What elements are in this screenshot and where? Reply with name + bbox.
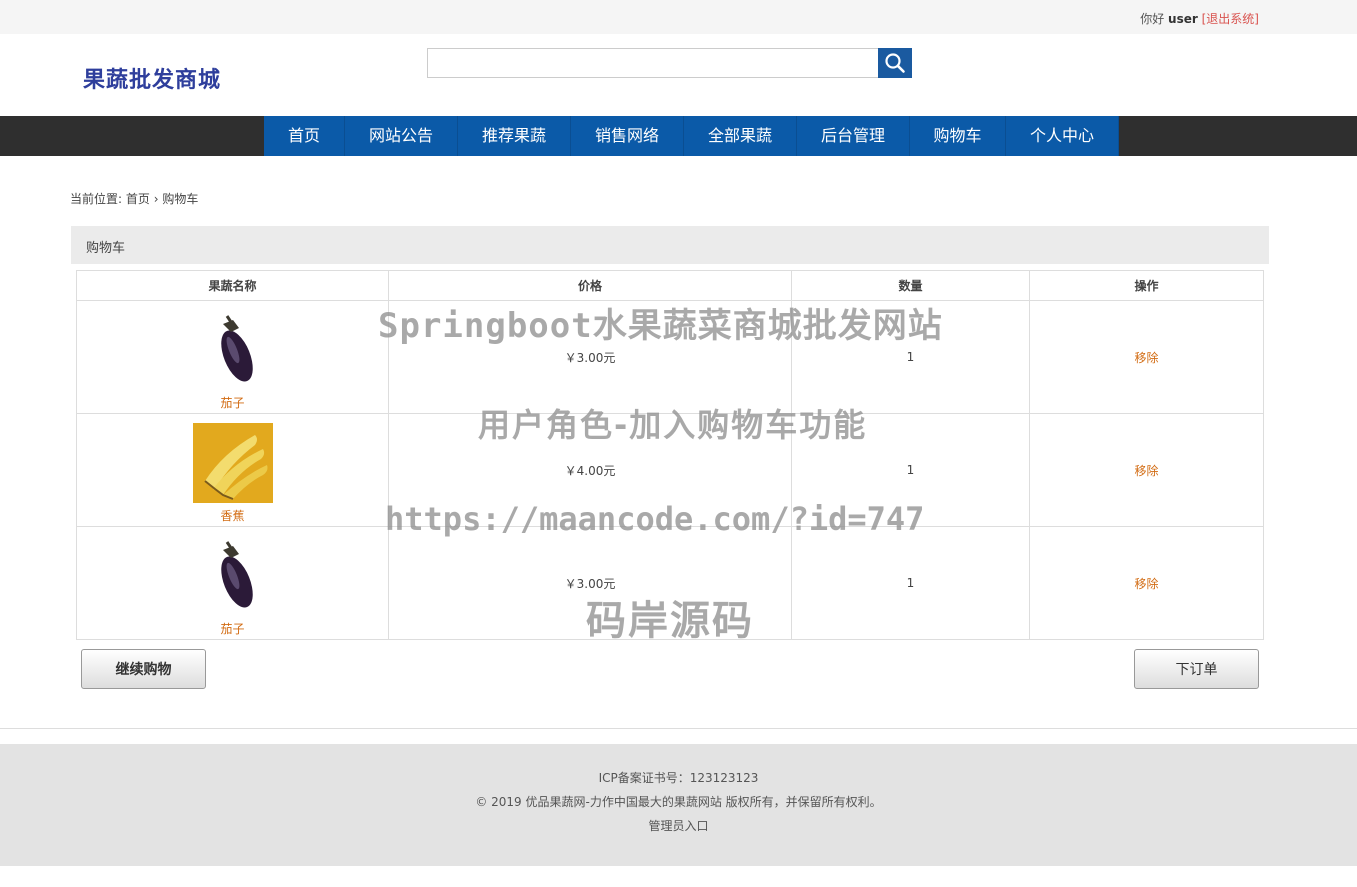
continue-shopping-button[interactable]: 继续购物 xyxy=(81,649,206,689)
qty-cell: 1 xyxy=(791,413,1030,527)
col-header-name: 果蔬名称 xyxy=(76,270,389,301)
section-header: 购物车 xyxy=(71,226,1269,264)
product-name[interactable]: 香蕉 xyxy=(77,507,388,524)
remove-link[interactable]: 移除 xyxy=(1134,351,1158,365)
breadcrumb-separator: › xyxy=(153,192,159,206)
site-logo[interactable]: 果蔬批发商城 xyxy=(83,62,221,94)
table-row: 香蕉 ￥4.00元 1 移除 xyxy=(76,413,1264,527)
col-header-price: 价格 xyxy=(388,270,792,301)
action-cell: 移除 xyxy=(1029,413,1264,527)
breadcrumb-current: 购物车 xyxy=(162,192,199,206)
username: user xyxy=(1168,12,1198,26)
breadcrumb: 当前位置: 首页 › 购物车 xyxy=(70,190,198,207)
price-cell: ￥4.00元 xyxy=(388,413,792,527)
user-greeting: 你好 user [退出系统] xyxy=(1140,10,1259,27)
product-name[interactable]: 茄子 xyxy=(77,394,388,411)
nav-item-home[interactable]: 首页 xyxy=(264,116,345,156)
product-cell: 茄子 xyxy=(76,526,389,640)
col-header-action: 操作 xyxy=(1029,270,1264,301)
action-cell: 移除 xyxy=(1029,526,1264,640)
place-order-button[interactable]: 下订单 xyxy=(1134,649,1259,689)
table-header-row: 果蔬名称 价格 数量 操作 xyxy=(76,270,1264,301)
top-bar: 你好 user [退出系统] xyxy=(0,0,1357,34)
col-header-qty: 数量 xyxy=(791,270,1030,301)
main-nav: 首页 网站公告 推荐果蔬 销售网络 全部果蔬 后台管理 购物车 个人中心 xyxy=(0,116,1357,156)
greeting-text: 你好 xyxy=(1140,12,1165,26)
product-cell: 香蕉 xyxy=(76,413,389,527)
table-row: 茄子 ￥3.00元 1 移除 xyxy=(76,300,1264,414)
eggplant-image[interactable] xyxy=(192,535,273,616)
qty-cell: 1 xyxy=(791,300,1030,414)
action-cell: 移除 xyxy=(1029,300,1264,414)
nav-item-profile[interactable]: 个人中心 xyxy=(1006,116,1119,156)
nav-item-admin[interactable]: 后台管理 xyxy=(797,116,910,156)
logout-link[interactable]: [退出系统] xyxy=(1202,12,1259,26)
header: 果蔬批发商城 xyxy=(0,34,1357,116)
search-input[interactable] xyxy=(427,48,880,78)
banana-image[interactable] xyxy=(192,422,273,503)
nav-item-cart[interactable]: 购物车 xyxy=(910,116,1006,156)
cart-table: 果蔬名称 价格 数量 操作 茄子 ￥3.00元 1 移除 香蕉 ￥4.00元 1… xyxy=(76,270,1264,640)
remove-link[interactable]: 移除 xyxy=(1134,464,1158,478)
nav-item-sales-network[interactable]: 销售网络 xyxy=(571,116,684,156)
qty-cell: 1 xyxy=(791,526,1030,640)
product-name[interactable]: 茄子 xyxy=(77,620,388,637)
footer-divider xyxy=(0,728,1357,729)
product-cell: 茄子 xyxy=(76,300,389,414)
nav-item-recommended[interactable]: 推荐果蔬 xyxy=(458,116,571,156)
footer: ICP备案证书号：123123123 © 2019 优品果蔬网-力作中国最大的果… xyxy=(0,744,1357,866)
footer-copyright: © 2019 优品果蔬网-力作中国最大的果蔬网站 版权所有，并保留所有权利。 xyxy=(475,795,882,809)
section-title: 购物车 xyxy=(86,241,126,256)
search-icon xyxy=(885,53,905,73)
price-cell: ￥3.00元 xyxy=(388,300,792,414)
breadcrumb-prefix: 当前位置: xyxy=(70,192,123,206)
breadcrumb-home[interactable]: 首页 xyxy=(126,192,150,206)
footer-admin-link[interactable]: 管理员入口 xyxy=(0,817,1357,834)
remove-link[interactable]: 移除 xyxy=(1134,577,1158,591)
eggplant-image[interactable] xyxy=(192,309,273,390)
search-bar xyxy=(427,48,912,78)
nav-item-announcements[interactable]: 网站公告 xyxy=(345,116,458,156)
search-button[interactable] xyxy=(878,48,912,78)
nav-item-all-products[interactable]: 全部果蔬 xyxy=(684,116,797,156)
price-cell: ￥3.00元 xyxy=(388,526,792,640)
table-row: 茄子 ￥3.00元 1 移除 xyxy=(76,526,1264,640)
footer-icp: ICP备案证书号：123123123 xyxy=(598,771,759,785)
